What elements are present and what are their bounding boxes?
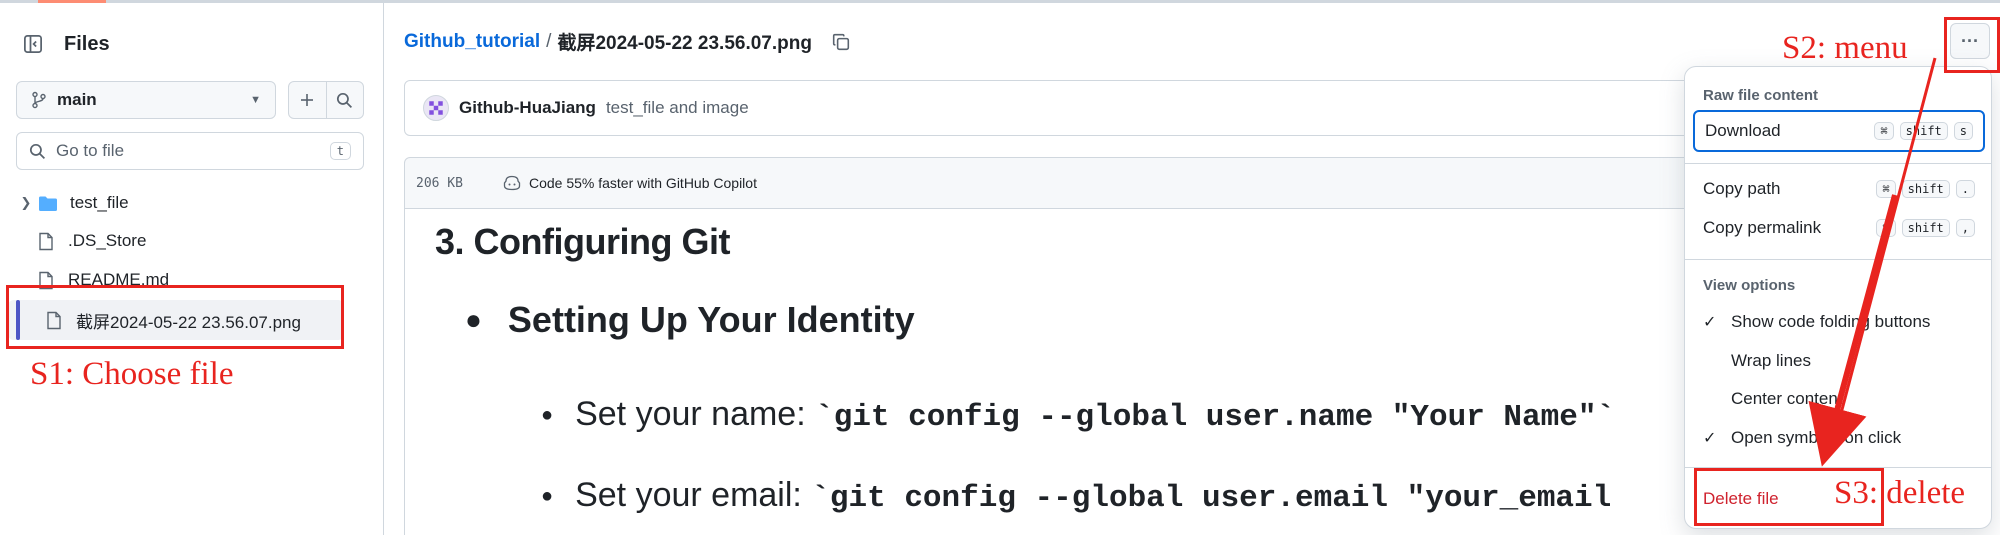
tree-item-label: test_file xyxy=(70,193,129,212)
preview-heading: 3. Configuring Git xyxy=(435,221,730,262)
shortcut-key: t xyxy=(329,142,351,160)
menu-divider xyxy=(1685,163,1991,164)
sidebar-collapse-icon xyxy=(24,35,42,53)
copy-icon xyxy=(832,33,850,50)
search-button[interactable] xyxy=(325,82,364,118)
image-preview: 3. Configuring Git ● Setting Up Your Ide… xyxy=(404,209,1704,535)
key: . xyxy=(1955,180,1975,198)
annotation-box-menu xyxy=(1944,17,2000,73)
copilot-icon xyxy=(503,175,521,191)
branch-name: main xyxy=(57,90,97,109)
sub-bullet-label: Set your email: xyxy=(575,476,812,514)
repo-link[interactable]: Github_tutorial xyxy=(404,31,540,53)
chevron-right-icon: ❯ xyxy=(20,195,32,210)
toggle-center-content-menu-item[interactable]: Center content xyxy=(1693,380,1985,418)
search-icon xyxy=(29,143,46,159)
bullet-dot: ● xyxy=(541,484,554,507)
sub-bullet-code: `git config --global user.email "your_em… xyxy=(811,481,1612,516)
key: s xyxy=(1953,122,1973,140)
copy-path-button[interactable] xyxy=(832,33,850,51)
menu-item-label: Open symbols on click xyxy=(1731,428,1902,447)
menu-item-label: Show code folding buttons xyxy=(1731,312,1931,331)
avatar[interactable] xyxy=(423,95,449,121)
toggle-wrap-lines-menu-item[interactable]: Wrap lines xyxy=(1693,342,1985,380)
file-header: 206 KB Code 55% faster with GitHub Copil… xyxy=(404,157,1704,209)
annotation-box-choose-file xyxy=(6,285,344,349)
file-name: 截屏2024-05-22 23.56.07.png xyxy=(557,33,812,54)
key: , xyxy=(1955,219,1975,237)
commit-author[interactable]: Github-HuaJiang xyxy=(459,98,596,118)
copilot-promo[interactable]: Code 55% faster with GitHub Copilot xyxy=(503,175,757,191)
sidebar-title: Files xyxy=(64,32,110,55)
more-options-menu: Raw file content Download ⌘ shift s Copy… xyxy=(1684,66,1992,529)
menu-item-label: Copy permalink xyxy=(1703,218,1822,237)
toggle-code-folding-menu-item[interactable]: ✓ Show code folding buttons xyxy=(1693,303,1985,341)
preview-bullet: ● Setting Up Your Identity xyxy=(465,299,915,341)
go-to-file-input[interactable]: Go to file t xyxy=(16,132,364,170)
collapse-sidebar-button[interactable] xyxy=(16,27,50,61)
download-menu-item[interactable]: Download ⌘ shift s xyxy=(1693,110,1985,152)
breadcrumb-separator: / xyxy=(546,30,552,52)
toggle-open-symbols-menu-item[interactable]: ✓ Open symbols on click xyxy=(1693,419,1985,457)
copilot-text: Code 55% faster with GitHub Copilot xyxy=(528,175,757,191)
key: ⌘ xyxy=(1874,122,1894,140)
keyboard-shortcut: ⌘ shift . xyxy=(1876,180,1975,198)
menu-item-label: Wrap lines xyxy=(1731,351,1811,370)
copy-path-menu-item[interactable]: Copy path ⌘ shift . xyxy=(1693,170,1985,208)
key: shift xyxy=(1901,219,1950,237)
annotation-s3: S3: delete xyxy=(1834,475,1966,511)
bullet-text: Setting Up Your Identity xyxy=(507,299,915,340)
tree-item-ds-store[interactable]: .DS_Store xyxy=(38,224,398,258)
go-to-file-placeholder: Go to file xyxy=(56,141,125,160)
sub-bullet-code: `git config --global user.name "Your Nam… xyxy=(815,400,1616,435)
menu-item-label: Copy path xyxy=(1703,179,1781,198)
tree-item-label: .DS_Store xyxy=(68,231,147,250)
file-tree-sidebar: Files main ▼ Go to file t ❯ test_file .D… xyxy=(0,3,384,535)
commit-message[interactable]: test_file and image xyxy=(606,98,749,118)
bullet-dot: ● xyxy=(541,403,554,426)
check-icon: ✓ xyxy=(1703,430,1717,447)
annotation-s2: S2: menu xyxy=(1782,30,1908,66)
latest-commit-bar: Github-HuaJiang test_file and image xyxy=(404,80,1704,136)
check-icon: ✓ xyxy=(1703,314,1717,331)
tree-actions xyxy=(288,81,364,119)
key: shift xyxy=(1901,180,1950,198)
sidebar-header: Files xyxy=(16,27,110,61)
avatar-icon xyxy=(429,101,443,115)
preview-sub-bullet: ● Set your name: `git config --global us… xyxy=(541,395,1615,435)
chevron-down-icon: ▼ xyxy=(250,94,261,106)
menu-section-view: View options xyxy=(1703,277,1796,294)
file-size: 206 KB xyxy=(416,175,463,191)
key: ⌘ xyxy=(1876,219,1896,237)
plus-icon xyxy=(301,94,314,106)
git-branch-icon xyxy=(32,91,46,109)
bullet-dot: ● xyxy=(465,304,482,335)
keyboard-shortcut: ⌘ shift , xyxy=(1876,219,1975,237)
menu-section-raw: Raw file content xyxy=(1703,87,1819,104)
menu-divider xyxy=(1685,259,1991,260)
branch-selector[interactable]: main ▼ xyxy=(16,81,276,119)
search-icon xyxy=(337,92,353,108)
breadcrumb: Github_tutorial / 截屏2024-05-22 23.56.07.… xyxy=(404,28,850,55)
keyboard-shortcut: ⌘ shift s xyxy=(1874,122,1973,140)
preview-sub-bullet: ● Set your email: `git config --global u… xyxy=(541,476,1611,516)
add-file-button[interactable] xyxy=(289,82,326,118)
key: shift xyxy=(1899,122,1948,140)
menu-item-label: Download xyxy=(1705,121,1781,140)
annotation-s1: S1: Choose file xyxy=(30,356,234,392)
copy-permalink-menu-item[interactable]: Copy permalink ⌘ shift , xyxy=(1693,209,1985,247)
tree-item-test-file[interactable]: ❯ test_file xyxy=(14,186,374,220)
folder-icon xyxy=(38,195,62,212)
key: ⌘ xyxy=(1876,180,1896,198)
sub-bullet-label: Set your name: xyxy=(575,395,816,433)
file-icon xyxy=(38,232,62,251)
menu-item-label: Center content xyxy=(1731,389,1843,408)
